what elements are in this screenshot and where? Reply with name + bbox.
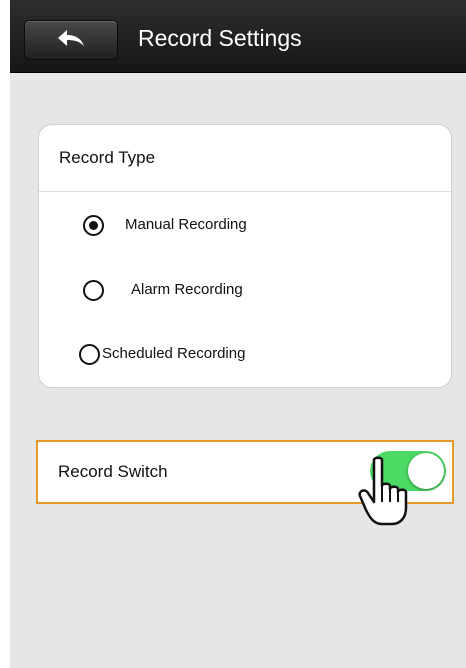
scheduled-recording-label: Scheduled Recording — [102, 345, 246, 362]
record-settings-screen: Record Settings Record Type Manual Recor… — [10, 0, 466, 668]
alarm-recording-label: Alarm Recording — [131, 281, 243, 298]
alarm-recording-option[interactable]: Alarm Recording — [39, 270, 451, 310]
toggle-knob — [408, 453, 444, 489]
record-type-header: Record Type — [39, 125, 451, 192]
record-switch-toggle[interactable] — [370, 451, 446, 491]
radio-manual-recording[interactable] — [83, 215, 104, 236]
title-bar: Record Settings — [10, 0, 466, 73]
radio-selected-dot — [89, 221, 98, 230]
record-switch-label: Record Switch — [58, 462, 168, 481]
scheduled-recording-option[interactable]: Scheduled Recording — [39, 334, 451, 374]
radio-scheduled-recording[interactable] — [79, 344, 100, 365]
record-switch-row: Record Switch — [36, 440, 454, 504]
manual-recording-label: Manual Recording — [125, 216, 247, 233]
back-button[interactable] — [24, 20, 118, 60]
back-arrow-icon — [58, 30, 84, 46]
record-type-card: Record Type Manual Recording Alarm Recor… — [38, 124, 452, 388]
radio-alarm-recording[interactable] — [83, 280, 104, 301]
page-title: Record Settings — [138, 25, 302, 51]
manual-recording-option[interactable]: Manual Recording — [39, 205, 451, 245]
